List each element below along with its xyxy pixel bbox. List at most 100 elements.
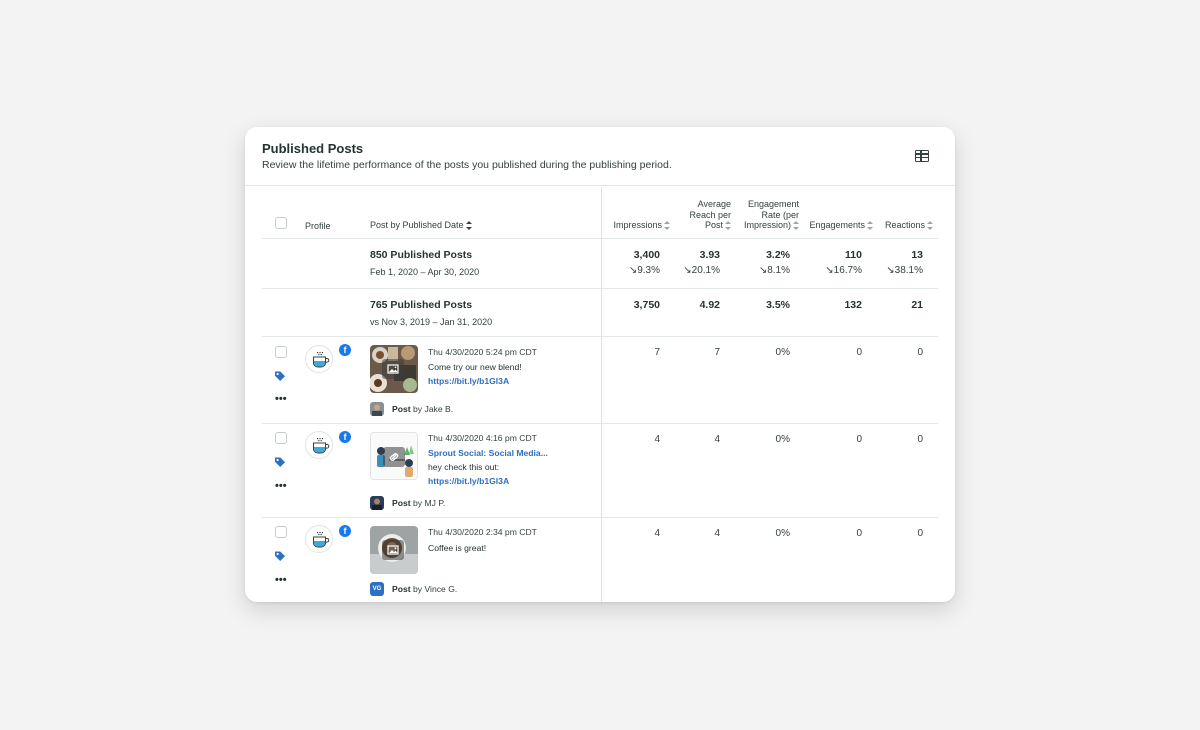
comparison-rate: 3.5% <box>766 299 790 311</box>
image-icon <box>382 359 404 379</box>
column-header-impressions-label: Impressions <box>613 220 662 230</box>
coffee-cup-icon <box>313 532 330 548</box>
avatar <box>305 431 333 459</box>
row-checkbox[interactable] <box>275 526 287 538</box>
column-header-reach-line3: Post <box>704 220 723 230</box>
post-reach: 4 <box>714 528 720 539</box>
post-thumbnail[interactable] <box>370 432 418 480</box>
column-header-impressions[interactable]: Impressions <box>600 220 670 231</box>
comparison-reactions: 21 <box>911 299 923 311</box>
sort-icon[interactable] <box>725 221 731 231</box>
row-checkbox[interactable] <box>275 432 287 444</box>
summary-rate: 3.2% <box>766 249 790 261</box>
post-type: Post <box>392 404 411 414</box>
more-dots-icon[interactable]: ••• <box>275 394 287 405</box>
comparison-range: vs Nov 3, 2019 – Jan 31, 2020 <box>370 317 493 327</box>
post-type: Post <box>392 498 411 508</box>
post-engagements: 0 <box>856 528 862 539</box>
post-author: by MJ P. <box>413 498 446 508</box>
sort-icon[interactable] <box>927 221 933 231</box>
summary-engagements: 110 <box>845 249 862 261</box>
facebook-icon: f <box>339 344 351 356</box>
post-impressions: 4 <box>654 434 660 445</box>
column-header-reach-line1: Average <box>697 199 731 209</box>
summary-reach: 3.93 <box>699 249 720 261</box>
published-posts-card: Published Posts Review the lifetime perf… <box>245 127 955 602</box>
summary-reactions: 13 <box>911 249 923 261</box>
card-title: Published Posts <box>262 141 364 156</box>
summary-engagements-delta: ↘16.7% <box>825 265 862 276</box>
post-thumbnail[interactable] <box>370 345 418 393</box>
row-divider <box>262 238 938 239</box>
post-link[interactable]: https://bit.ly/b1Gl3A <box>428 476 509 486</box>
post-rate: 0% <box>775 347 790 358</box>
comparison-title: 765 Published Posts <box>370 299 473 311</box>
sort-icon[interactable] <box>793 221 799 231</box>
post-thumbnail[interactable] <box>370 526 418 574</box>
column-header-engagements[interactable]: Engagements <box>801 220 873 231</box>
author-avatar <box>370 496 384 510</box>
coffee-cup-icon <box>313 438 330 454</box>
row-divider <box>262 288 938 289</box>
post-engagements: 0 <box>856 434 862 445</box>
post-date: Thu 4/30/2020 4:16 pm CDT <box>428 433 537 443</box>
summary-rate-delta: ↘8.1% <box>758 265 790 276</box>
summary-impressions-delta: ↘9.3% <box>628 265 660 276</box>
column-header-reactions[interactable]: Reactions <box>875 220 933 231</box>
comparison-engagements: 132 <box>844 299 862 311</box>
sort-icon[interactable] <box>664 221 670 231</box>
post-impressions: 7 <box>654 347 660 358</box>
more-dots-icon[interactable]: ••• <box>275 481 287 492</box>
tag-icon[interactable] <box>274 456 286 468</box>
column-header-rate-line3: Impression) <box>743 220 791 230</box>
row-divider <box>262 423 938 424</box>
post-byline: Post by Vince G. <box>392 584 457 594</box>
row-checkbox[interactable] <box>275 346 287 358</box>
sort-icon[interactable] <box>867 221 873 231</box>
post-author: by Jake B. <box>413 404 454 414</box>
column-header-reach[interactable]: Average Reach per Post <box>671 199 731 231</box>
post-engagements: 0 <box>856 347 862 358</box>
link-icon <box>383 447 405 467</box>
post-link-title[interactable]: Sprout Social: Social Media... <box>428 448 548 458</box>
post-date: Thu 4/30/2020 2:34 pm CDT <box>428 527 537 537</box>
column-header-engagement-rate[interactable]: Engagement Rate (per Impression) <box>733 199 799 231</box>
table-view-icon[interactable] <box>915 150 929 162</box>
facebook-icon: f <box>339 431 351 443</box>
column-header-post-label: Post by Published Date <box>370 220 464 230</box>
post-reactions: 0 <box>917 528 923 539</box>
column-header-reach-line2: Reach per <box>689 209 731 220</box>
summary-impressions: 3,400 <box>633 249 660 261</box>
facebook-icon: f <box>339 525 351 537</box>
summary-reach-delta: ↘20.1% <box>683 265 720 276</box>
sort-icon[interactable] <box>465 221 472 231</box>
card-subtitle: Review the lifetime performance of the p… <box>262 159 672 171</box>
post-rate: 0% <box>775 434 790 445</box>
image-icon <box>382 540 404 560</box>
column-header-reactions-label: Reactions <box>884 220 925 230</box>
post-author: by Vince G. <box>413 584 458 594</box>
post-reach: 4 <box>714 434 720 445</box>
tag-icon[interactable] <box>274 370 286 382</box>
post-date: Thu 4/30/2020 5:24 pm CDT <box>428 347 537 357</box>
avatar <box>305 345 333 373</box>
post-byline: Post by MJ P. <box>392 498 445 508</box>
post-type: Post <box>392 584 411 594</box>
select-all-checkbox[interactable] <box>275 217 287 229</box>
row-divider <box>262 517 938 518</box>
author-avatar <box>370 402 384 416</box>
comparison-reach: 4.92 <box>699 299 720 311</box>
more-dots-icon[interactable]: ••• <box>275 575 287 586</box>
column-header-engagements-label: Engagements <box>809 220 865 230</box>
author-avatar: VG <box>370 582 384 596</box>
tag-icon[interactable] <box>274 550 286 562</box>
coffee-cup-icon <box>313 352 330 368</box>
post-reactions: 0 <box>917 434 923 445</box>
post-text: hey check this out: <box>428 462 500 472</box>
post-link[interactable]: https://bit.ly/b1Gl3A <box>428 376 509 386</box>
card-header: Published Posts Review the lifetime perf… <box>245 127 955 186</box>
post-reactions: 0 <box>917 347 923 358</box>
summary-title: 850 Published Posts <box>370 249 473 261</box>
column-header-post[interactable]: Post by Published Date <box>370 220 472 231</box>
column-header-rate-line2: Rate (per <box>761 209 799 220</box>
